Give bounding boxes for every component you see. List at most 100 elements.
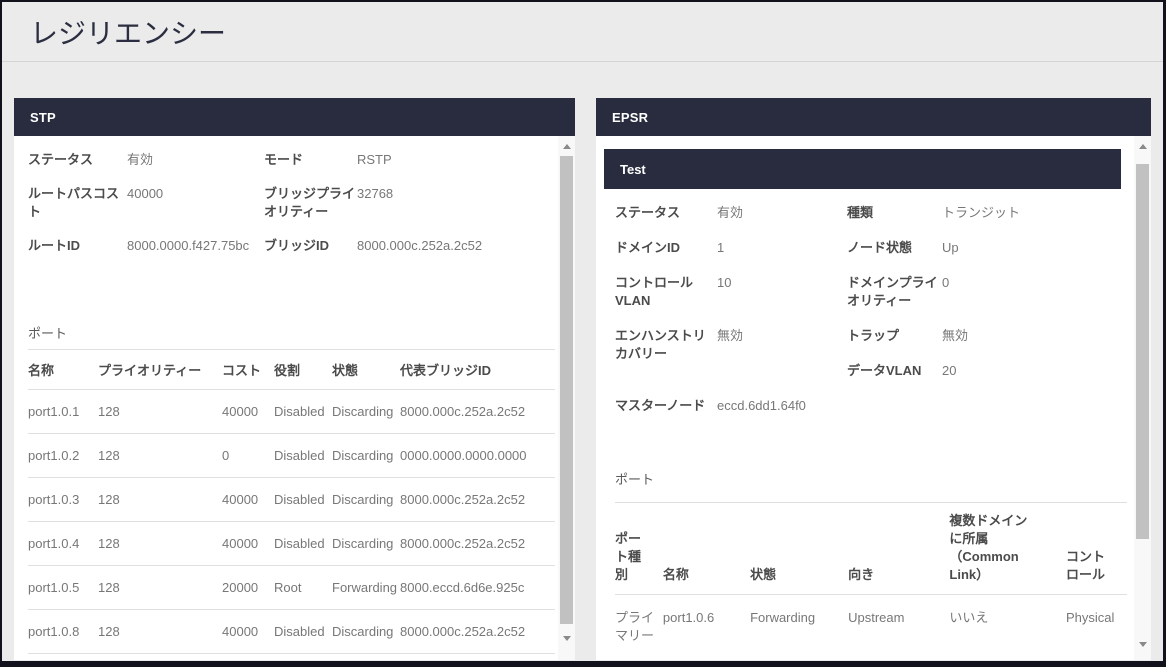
- cell-state: Discarding: [332, 390, 400, 434]
- cell-role: Disabled: [274, 478, 332, 522]
- detail-label: データVLAN: [847, 362, 942, 380]
- stp-port-section-label: ポート: [28, 325, 555, 343]
- cell-role: Disabled: [274, 522, 332, 566]
- cell-cost: 20000: [222, 566, 274, 610]
- cell-role: Root: [274, 566, 332, 610]
- table-row: port1.0.8 128 40000 Disabled Discarding …: [28, 610, 555, 654]
- epsr-panel-header: EPSR: [596, 98, 1151, 136]
- epsr-port-table: ポー ト種 別 名称 状態 向き 複数ドメイン に所属 （Common Link…: [615, 502, 1127, 660]
- cell-priority: 128: [98, 566, 222, 610]
- detail-value: トランジット: [942, 204, 1020, 222]
- detail-value: 有効: [127, 151, 264, 169]
- cell-name: port1.0.8: [28, 610, 98, 654]
- epsr-table-header-row: ポー ト種 別 名称 状態 向き 複数ドメイン に所属 （Common Link…: [615, 503, 1127, 595]
- cell-role: Disabled: [274, 610, 332, 654]
- cell-bridge-id: 8000.000c.252a.2c52: [400, 390, 555, 434]
- column-header: 状態: [750, 503, 848, 595]
- detail-label: ステータス: [615, 204, 717, 222]
- scroll-up-icon[interactable]: [563, 144, 571, 149]
- detail-value: 8000.000c.252a.2c52: [357, 237, 555, 255]
- detail-value: 有効: [717, 204, 743, 222]
- epsr-scrollbar[interactable]: [1134, 136, 1151, 660]
- detail-label: ブリッジID: [264, 237, 357, 255]
- resiliency-page: { "page": { "title": "レジリエンシー" }, "color…: [0, 0, 1166, 667]
- epsr-master-node: マスターノード eccd.6dd1.64f0: [615, 397, 1127, 415]
- cell-name: port1.0.6: [663, 595, 750, 661]
- cell-state: Discarding: [332, 522, 400, 566]
- panels-container: STP ステータス 有効 モード RSTP ルートパスコス ト 40000 ブリ…: [2, 62, 1163, 660]
- detail-value: 1: [717, 239, 724, 257]
- column-header: コスト: [222, 350, 274, 390]
- stp-port-table: 名称 プライオリティー コスト 役割 状態 代表ブリッジID port1.0.1…: [28, 349, 555, 654]
- cell-name: port1.0.1: [28, 390, 98, 434]
- epsr-domain-details: ステータス 有効 ドメインID 1 コントロール VLAN 10: [596, 189, 1151, 660]
- detail-value: 0: [942, 274, 949, 310]
- table-row: port1.0.4 128 40000 Disabled Discarding …: [28, 522, 555, 566]
- epsr-content: Test ステータス 有効 ドメインID 1: [596, 136, 1151, 660]
- detail-label: マスターノード: [615, 397, 717, 415]
- detail-value: 32768: [357, 185, 555, 221]
- column-header: プライオリティー: [98, 350, 222, 390]
- cell-bridge-id: 8000.000c.252a.2c52: [400, 478, 555, 522]
- detail-value: Up: [942, 239, 959, 257]
- cell-state: Discarding: [332, 610, 400, 654]
- cell-port-type: プライマリー: [615, 595, 663, 661]
- detail-value: 8000.0000.f427.75bc: [127, 237, 264, 255]
- cell-cost: 40000: [222, 390, 274, 434]
- cell-control: Physical: [1066, 595, 1127, 661]
- cell-cost: 40000: [222, 478, 274, 522]
- cell-bridge-id: 0000.0000.0000.0000: [400, 434, 555, 478]
- stp-panel-body: ステータス 有効 モード RSTP ルートパスコス ト 40000 ブリッジプラ…: [14, 136, 575, 660]
- stp-details: ステータス 有効 モード RSTP ルートパスコス ト 40000 ブリッジプラ…: [28, 151, 555, 255]
- cell-state: Discarding: [332, 478, 400, 522]
- column-header: ポー ト種 別: [615, 503, 663, 595]
- cell-priority: 128: [98, 434, 222, 478]
- detail-label: モード: [264, 151, 357, 169]
- stp-content: ステータス 有効 モード RSTP ルートパスコス ト 40000 ブリッジプラ…: [14, 136, 575, 660]
- detail-label: ルートID: [28, 237, 127, 255]
- epsr-details-left: ステータス 有効 ドメインID 1 コントロール VLAN 10: [615, 204, 847, 397]
- cell-state: Forwarding: [332, 566, 400, 610]
- table-row: port1.0.2 128 0 Disabled Discarding 0000…: [28, 434, 555, 478]
- stp-scrollbar[interactable]: [558, 136, 575, 660]
- scroll-down-icon[interactable]: [563, 636, 571, 641]
- column-header: コント ロール: [1066, 503, 1127, 595]
- detail-label: ドメインID: [615, 239, 717, 257]
- cell-priority: 128: [98, 390, 222, 434]
- detail-value: 無効: [942, 327, 968, 345]
- epsr-panel: EPSR Test ステータス 有効 ドメインID 1: [596, 98, 1151, 660]
- scroll-down-icon[interactable]: [1139, 642, 1147, 647]
- detail-value: 無効: [717, 327, 743, 363]
- detail-value: RSTP: [357, 151, 555, 169]
- table-row: port1.0.1 128 40000 Disabled Discarding …: [28, 390, 555, 434]
- stp-table-header-row: 名称 プライオリティー コスト 役割 状態 代表ブリッジID: [28, 350, 555, 390]
- table-row: port1.0.5 128 20000 Root Forwarding 8000…: [28, 566, 555, 610]
- column-header: 状態: [332, 350, 400, 390]
- detail-label: ブリッジプライ オリティー: [264, 185, 357, 221]
- table-row: プライマリー port1.0.6 Forwarding Upstream いいえ…: [615, 595, 1127, 661]
- cell-bridge-id: 8000.000c.252a.2c52: [400, 610, 555, 654]
- scroll-up-icon[interactable]: [1139, 144, 1147, 149]
- column-header: 代表ブリッジID: [400, 350, 555, 390]
- cell-priority: 128: [98, 478, 222, 522]
- cell-cost: 40000: [222, 610, 274, 654]
- epsr-port-section-label: ポート: [615, 471, 1127, 489]
- cell-priority: 128: [98, 610, 222, 654]
- scrollbar-thumb[interactable]: [1136, 164, 1149, 539]
- detail-label: コントロール VLAN: [615, 274, 717, 310]
- cell-role: Disabled: [274, 390, 332, 434]
- cell-cost: 0: [222, 434, 274, 478]
- scrollbar-thumb[interactable]: [560, 156, 573, 624]
- cell-priority: 128: [98, 522, 222, 566]
- stp-panel-header: STP: [14, 98, 575, 136]
- detail-label: 種類: [847, 204, 942, 222]
- detail-label: ステータス: [28, 151, 127, 169]
- column-header: 向き: [848, 503, 949, 595]
- cell-name: port1.0.3: [28, 478, 98, 522]
- detail-label: エンハンストリ カバリー: [615, 327, 717, 363]
- cell-bridge-id: 8000.eccd.6d6e.925c: [400, 566, 555, 610]
- column-header: 役割: [274, 350, 332, 390]
- cell-state: Forwarding: [750, 595, 848, 661]
- detail-value: eccd.6dd1.64f0: [717, 397, 806, 415]
- stp-panel: STP ステータス 有効 モード RSTP ルートパスコス ト 40000 ブリ…: [14, 98, 575, 660]
